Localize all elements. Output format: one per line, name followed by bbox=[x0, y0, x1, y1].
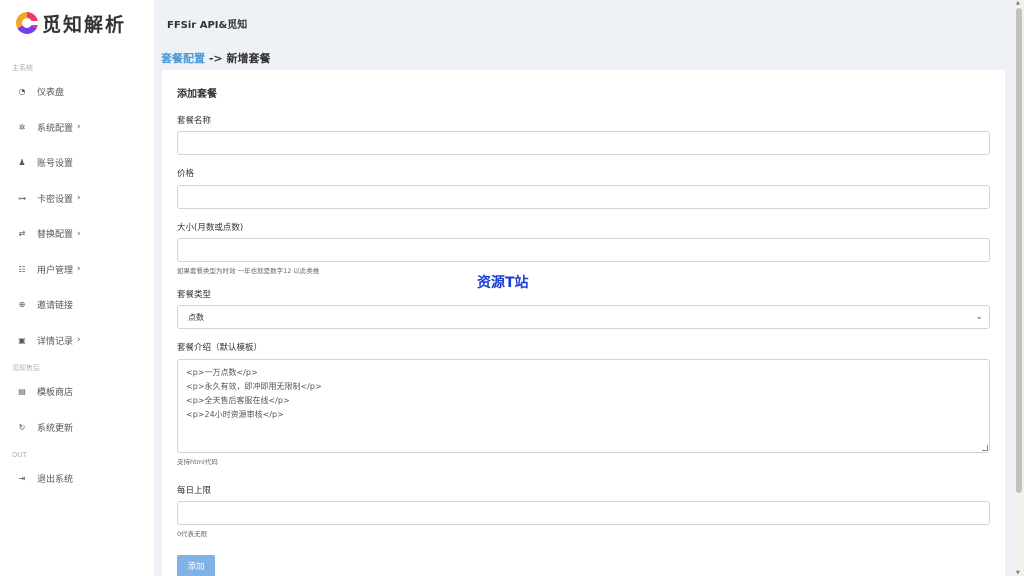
sidebar-item-label: 系统更新 bbox=[37, 423, 74, 434]
sidebar-item-label: 邀请链接 bbox=[37, 301, 74, 312]
sidebar-section-label: 觅知售后 bbox=[12, 364, 40, 372]
size-label: 大小(月数或点数) bbox=[177, 223, 244, 233]
sidebar-section-label: OUT bbox=[12, 451, 27, 459]
sidebar-item-label: 退出系统 bbox=[37, 475, 74, 486]
sidebar-item[interactable]: ⊕ 邀请链接 bbox=[0, 287, 154, 323]
sidebar-item[interactable]: ☷ 用户管理 › bbox=[0, 252, 154, 288]
price-input[interactable] bbox=[177, 185, 990, 209]
watermark: 资源T站 bbox=[477, 275, 529, 291]
intro-help-text: 支持html代码 bbox=[177, 458, 218, 466]
sidebar-item[interactable]: ▣ 详情记录 › bbox=[0, 323, 154, 359]
resize-grip-icon[interactable] bbox=[982, 445, 988, 451]
breadcrumb: 套餐配置 -> 新增套餐 bbox=[161, 50, 270, 66]
sidebar-item-label: 用户管理 bbox=[37, 265, 74, 276]
chevron-right-icon: › bbox=[77, 122, 81, 133]
sidebar-item[interactable]: ▤ 模板商店 bbox=[0, 374, 154, 410]
form-title: 添加套餐 bbox=[177, 89, 217, 100]
header-title: FFSir API&觅知 bbox=[167, 20, 248, 31]
size-help-text: 如果套餐类型为时效 一年也就是数字12 以此类推 bbox=[177, 267, 320, 275]
sidebar-section-label: 主系统 bbox=[12, 64, 33, 72]
sidebar-item-label: 卡密设置 bbox=[37, 194, 74, 205]
gear-icon: ✲ bbox=[18, 122, 26, 132]
sidebar-item[interactable]: ⇄ 替换配置 › bbox=[0, 216, 154, 252]
clipboard-icon: ▣ bbox=[18, 335, 26, 345]
page-scrollbar[interactable]: ▲ ▼ bbox=[1014, 0, 1024, 576]
breadcrumb-current: 新增套餐 bbox=[226, 52, 271, 65]
sidebar-nav: 主系统 ◔ 仪表盘 ✲ 系统配置 › ♟ 账号设置 ⊶ 卡密设置 › ⇄ 替换配置 › ☷ 用户管理 › ⊕ 邀请链… bbox=[0, 62, 154, 497]
scrollbar-thumb[interactable] bbox=[1016, 8, 1022, 493]
user-icon: ♟ bbox=[18, 158, 26, 168]
breadcrumb-link-plans[interactable]: 套餐配置 bbox=[161, 52, 205, 65]
store-icon: ▤ bbox=[18, 387, 26, 397]
sidebar-item-label: 详情记录 bbox=[37, 336, 74, 347]
users-icon: ☷ bbox=[18, 264, 26, 274]
plan-intro-textarea[interactable]: <p>一万点数</p> <p>永久有效，即冲即用无限制</p> <p>全天售后客… bbox=[177, 359, 990, 453]
plan-name-input[interactable] bbox=[177, 131, 990, 155]
chevron-right-icon: › bbox=[77, 193, 81, 204]
chevron-right-icon: › bbox=[77, 264, 81, 275]
plan-type-select[interactable]: 点数 ⌄ bbox=[177, 305, 990, 329]
key-icon: ⊶ bbox=[18, 193, 26, 203]
add-button[interactable]: 添加 bbox=[177, 555, 215, 576]
sidebar-item[interactable]: ⇥ 退出系统 bbox=[0, 461, 154, 497]
limit-label: 每日上限 bbox=[177, 486, 212, 496]
sidebar-item[interactable]: ⊶ 卡密设置 › bbox=[0, 181, 154, 217]
chevron-right-icon: › bbox=[77, 335, 81, 346]
logo[interactable]: 觅知解析 bbox=[0, 0, 154, 46]
sidebar-item-label: 模板商店 bbox=[37, 388, 74, 399]
size-input[interactable] bbox=[177, 238, 990, 262]
sidebar-item[interactable]: ✲ 系统配置 › bbox=[0, 110, 154, 146]
invite-icon: ⊕ bbox=[18, 300, 26, 310]
chevron-right-icon: › bbox=[77, 228, 81, 239]
sidebar-item-label: 系统配置 bbox=[37, 123, 74, 134]
sidebar-item[interactable]: ◔ 仪表盘 bbox=[0, 74, 154, 110]
intro-label: 套餐介绍（默认模板） bbox=[177, 343, 263, 353]
header: FFSir API&觅知 bbox=[154, 0, 1014, 44]
dashboard-icon: ◔ bbox=[18, 87, 26, 97]
sidebar-item-label: 账号设置 bbox=[37, 159, 74, 170]
daily-limit-input[interactable] bbox=[177, 501, 990, 525]
plan-type-selected: 点数 bbox=[188, 312, 204, 322]
logo-text: 觅知解析 bbox=[42, 13, 127, 36]
name-label: 套餐名称 bbox=[177, 116, 212, 126]
refresh-icon: ↻ bbox=[18, 422, 26, 432]
logout-icon: ⇥ bbox=[18, 474, 26, 484]
scroll-down-icon[interactable]: ▼ bbox=[1016, 570, 1020, 576]
sidebar-item[interactable]: ↻ 系统更新 bbox=[0, 410, 154, 446]
breadcrumb-separator: -> bbox=[205, 52, 227, 65]
logo-icon bbox=[16, 12, 38, 34]
sidebar-item-label: 替换配置 bbox=[37, 230, 74, 241]
form-card: 添加套餐 套餐名称 价格 大小(月数或点数) 如果套餐类型为时效 一年也就是数字… bbox=[162, 70, 1005, 576]
sidebar: 觅知解析 主系统 ◔ 仪表盘 ✲ 系统配置 › ♟ 账号设置 ⊶ 卡密设置 › ⇄ 替换配置 › ☷ 用户管理… bbox=[0, 0, 154, 576]
price-label: 价格 bbox=[177, 169, 195, 179]
scroll-up-icon[interactable]: ▲ bbox=[1016, 0, 1020, 6]
limit-help-text: 0代表无限 bbox=[177, 530, 208, 538]
sidebar-item-label: 仪表盘 bbox=[37, 88, 65, 99]
type-label: 套餐类型 bbox=[177, 290, 212, 300]
sidebar-item[interactable]: ♟ 账号设置 bbox=[0, 145, 154, 181]
chevron-down-icon: ⌄ bbox=[975, 312, 983, 322]
swap-icon: ⇄ bbox=[18, 229, 26, 239]
intro-wrapper: <p>一万点数</p> <p>永久有效，即冲即用无限制</p> <p>全天售后客… bbox=[162, 359, 1005, 453]
